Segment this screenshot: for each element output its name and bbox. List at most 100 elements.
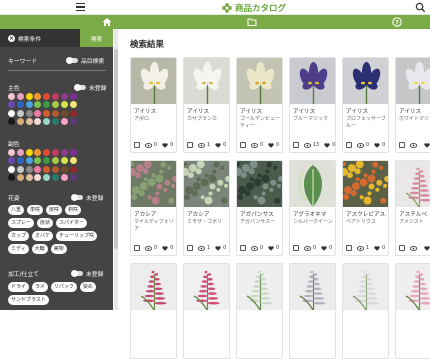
main-color-swatch[interactable]: [43, 101, 50, 108]
sub-color-swatch[interactable]: [52, 149, 59, 156]
sub-color-swatch[interactable]: [17, 149, 24, 156]
product-thumbnail[interactable]: [343, 161, 389, 207]
main-color-swatch[interactable]: [26, 101, 33, 108]
flower-type-chip[interactable]: カップ: [8, 231, 29, 241]
main-color-swatch[interactable]: [70, 118, 77, 125]
main-color-swatch[interactable]: [70, 101, 77, 108]
sub-color-swatch[interactable]: [61, 166, 68, 173]
main-color-swatch[interactable]: [52, 101, 59, 108]
sidebar-scrollbar[interactable]: [114, 29, 118, 310]
product-card[interactable]: アガパンサス アガパンサスー 0 0: [236, 160, 283, 256]
sub-color-swatch[interactable]: [26, 157, 33, 164]
main-color-swatch[interactable]: [34, 93, 41, 100]
main-color-swatch[interactable]: [52, 118, 59, 125]
product-thumbnail[interactable]: [131, 264, 177, 310]
sub-color-swatch[interactable]: [70, 174, 77, 181]
sub-color-swatch[interactable]: [17, 157, 24, 164]
flower-type-chip[interactable]: 房状: [37, 218, 53, 228]
product-thumbnail[interactable]: [184, 161, 230, 207]
flower-type-chip[interactable]: 剣咲: [65, 205, 81, 215]
tab-search-conditions[interactable]: × 検索条件: [0, 29, 80, 47]
processing-chip[interactable]: ラメ: [32, 282, 48, 292]
select-checkbox[interactable]: [346, 245, 352, 251]
flower-type-chip[interactable]: 大輪: [32, 244, 48, 254]
item-search-toggle[interactable]: [67, 58, 78, 63]
main-color-swatch[interactable]: [43, 93, 50, 100]
main-color-swatch[interactable]: [43, 118, 50, 125]
select-checkbox[interactable]: [293, 245, 299, 251]
flower-type-chip[interactable]: チューリップ咲: [56, 231, 97, 241]
main-color-swatch[interactable]: [43, 110, 50, 117]
flower-type-chip[interactable]: 単咲: [27, 205, 43, 215]
processing-chip[interactable]: リパック: [51, 282, 77, 292]
select-checkbox[interactable]: [134, 245, 140, 251]
heart-icon[interactable]: [268, 143, 274, 148]
sub-color-swatch[interactable]: [52, 174, 59, 181]
flower-type-chip[interactable]: スプレー: [8, 218, 34, 228]
product-thumbnail[interactable]: [237, 58, 283, 104]
product-card[interactable]: アイリス プロフェッサーブルー 0 0: [342, 57, 389, 153]
help-icon[interactable]: ?: [392, 17, 402, 27]
processing-chip[interactable]: サンドブラスト: [8, 295, 49, 305]
sub-color-swatch[interactable]: [61, 157, 68, 164]
product-card[interactable]: アグラオネマ シルバークイーン 0 0: [289, 160, 336, 256]
select-checkbox[interactable]: [187, 142, 193, 148]
product-card[interactable]: アイリス ホワイトマジック: [395, 57, 430, 153]
heart-icon[interactable]: [424, 143, 430, 148]
sub-color-swatch[interactable]: [8, 174, 15, 181]
main-color-swatch[interactable]: [17, 110, 24, 117]
sub-color-swatch[interactable]: [17, 166, 24, 173]
product-thumbnail[interactable]: [396, 264, 430, 310]
main-color-swatch[interactable]: [34, 118, 41, 125]
flower-type-chip[interactable]: スパイダー: [56, 218, 87, 228]
flower-unregistered-toggle[interactable]: [72, 195, 83, 200]
product-card[interactable]: アイリス ブルーマジック 13 0: [289, 57, 336, 153]
main-color-swatch[interactable]: [8, 118, 15, 125]
product-thumbnail[interactable]: [131, 161, 177, 207]
product-card[interactable]: [236, 263, 283, 359]
main-color-swatch[interactable]: [26, 118, 33, 125]
heart-icon[interactable]: [162, 143, 168, 148]
select-checkbox[interactable]: [293, 142, 299, 148]
sub-color-swatch[interactable]: [26, 149, 33, 156]
main-color-swatch[interactable]: [61, 118, 68, 125]
sub-color-swatch[interactable]: [43, 157, 50, 164]
heart-icon[interactable]: [215, 246, 221, 251]
menu-icon[interactable]: [76, 3, 85, 11]
heart-icon[interactable]: [324, 143, 330, 148]
sub-color-swatch[interactable]: [43, 166, 50, 173]
main-color-swatch[interactable]: [34, 110, 41, 117]
sub-color-swatch[interactable]: [26, 166, 33, 173]
product-thumbnail[interactable]: [184, 58, 230, 104]
processing-unregistered-toggle[interactable]: [72, 271, 83, 276]
main-color-swatch[interactable]: [17, 101, 24, 108]
product-card[interactable]: アカシア ミモザ・ゴボリ 1 0: [183, 160, 230, 256]
product-card[interactable]: アイリス アポロ 0 0: [130, 57, 177, 153]
main-color-swatch[interactable]: [17, 118, 24, 125]
main-color-swatch[interactable]: [52, 110, 59, 117]
folder-icon[interactable]: [247, 17, 257, 27]
product-thumbnail[interactable]: [237, 161, 283, 207]
search-icon[interactable]: [415, 2, 426, 13]
main-color-swatch[interactable]: [34, 101, 41, 108]
product-thumbnail[interactable]: [184, 264, 230, 310]
product-card[interactable]: [289, 263, 336, 359]
main-color-swatch[interactable]: [52, 93, 59, 100]
heart-icon[interactable]: [374, 143, 380, 148]
product-thumbnail[interactable]: [290, 161, 336, 207]
search-button[interactable]: 検索: [80, 29, 113, 47]
sub-color-swatch[interactable]: [70, 149, 77, 156]
product-card[interactable]: [342, 263, 389, 359]
processing-chip[interactable]: ドライ: [8, 282, 29, 292]
product-card[interactable]: アスチルベ アメジスト: [395, 160, 430, 256]
main-color-swatch[interactable]: [8, 110, 15, 117]
sub-color-swatch[interactable]: [26, 174, 33, 181]
heart-icon[interactable]: [374, 246, 380, 251]
select-checkbox[interactable]: [187, 245, 193, 251]
sub-color-swatch[interactable]: [8, 166, 15, 173]
product-thumbnail[interactable]: [131, 58, 177, 104]
processing-chip[interactable]: 染め: [80, 282, 96, 292]
sub-color-swatch[interactable]: [61, 174, 68, 181]
product-card[interactable]: アスクレピアス ベアトリクス 1 0: [342, 160, 389, 256]
product-thumbnail[interactable]: [290, 264, 336, 310]
